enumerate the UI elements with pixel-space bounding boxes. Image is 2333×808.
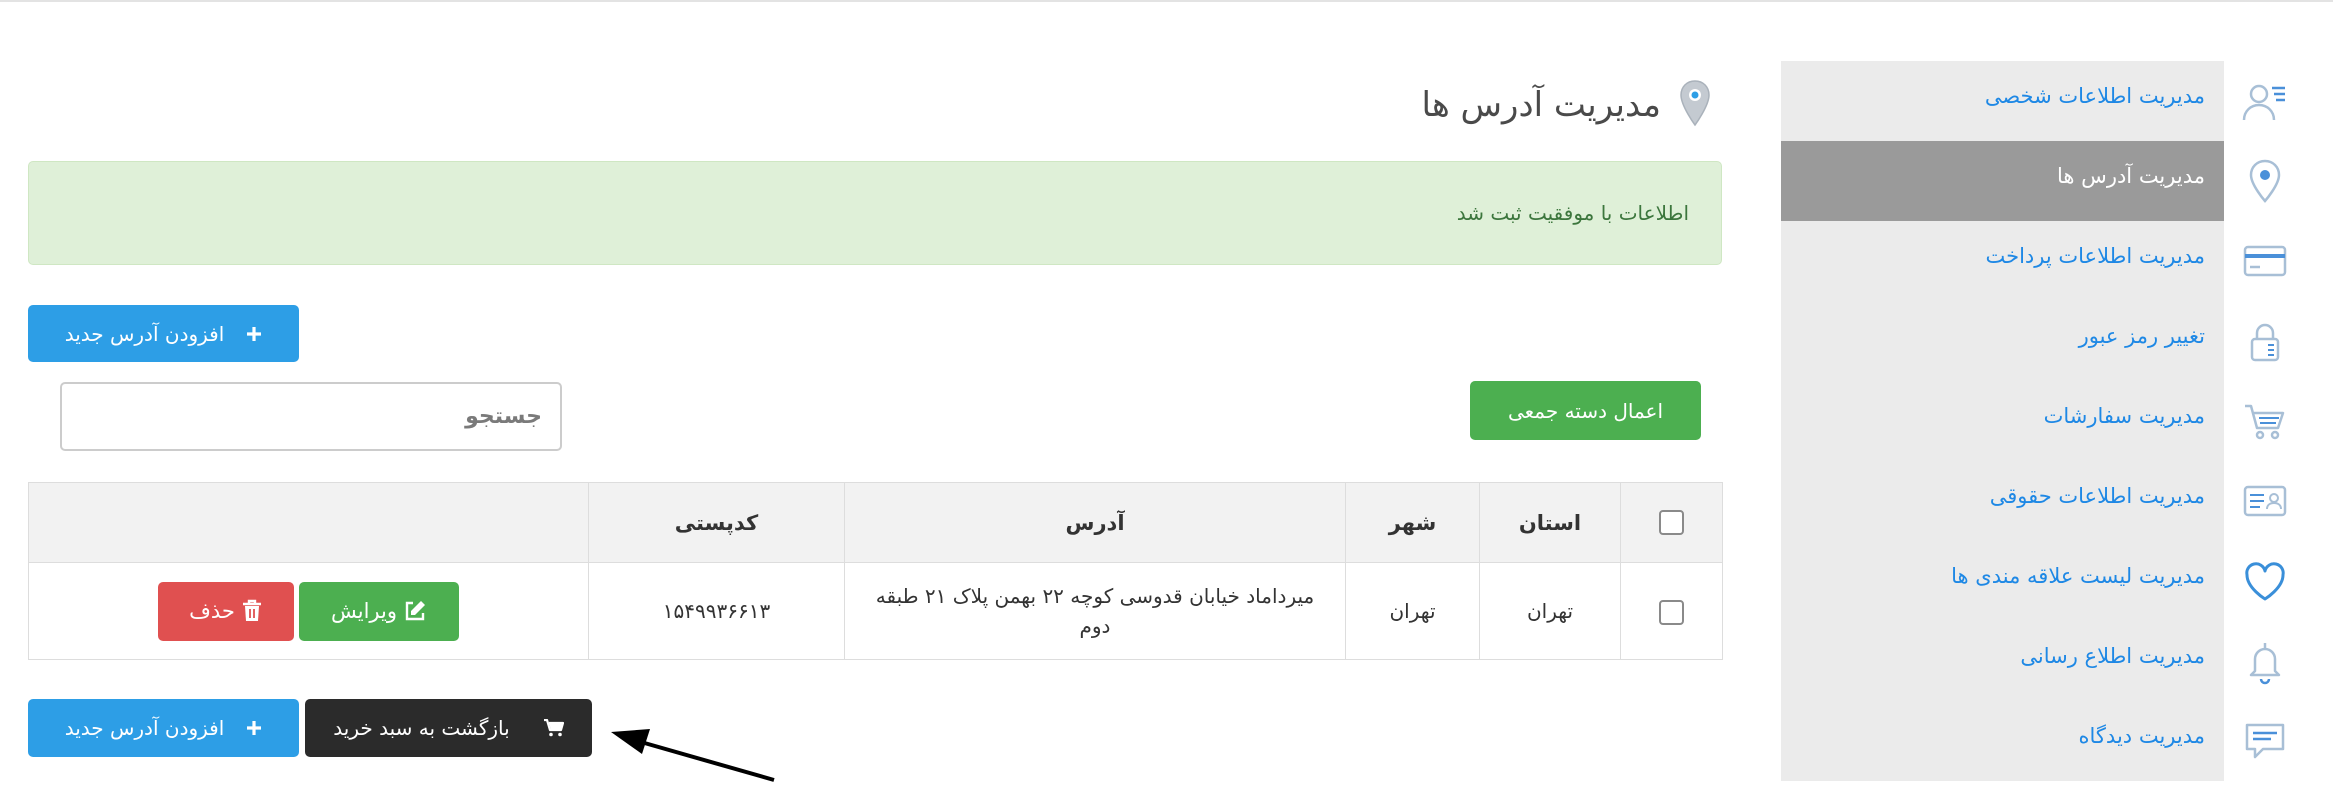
delete-label: حذف <box>189 599 235 623</box>
sidebar-item-label[interactable]: مدیریت اطلاعات شخصی <box>1781 61 2224 141</box>
sidebar-item-change-password[interactable]: تغییر رمز عبور <box>1781 301 2306 381</box>
plus-icon <box>247 721 262 735</box>
address-table: استان شهر آدرس کدپستی تهران تهران میردام… <box>28 482 1723 660</box>
sidebar-item-label[interactable]: مدیریت اطلاعات پرداخت <box>1781 221 2224 301</box>
location-pin-icon <box>1677 78 1713 132</box>
page-title: مدیریت آدرس ها <box>1421 85 1661 125</box>
sidebar-item-addresses[interactable]: مدیریت آدرس ها <box>1781 141 2306 221</box>
bell-icon <box>2224 621 2306 701</box>
sidebar-item-wishlist[interactable]: مدیریت لیست علاقه مندی ها <box>1781 541 2306 621</box>
sidebar-item-orders[interactable]: مدیریت سفارشات <box>1781 381 2306 461</box>
header-city: شهر <box>1345 482 1480 563</box>
row-checkbox[interactable] <box>1659 600 1684 625</box>
cell-address: میرداماد خیابان قدوسی کوچه ۲۲ بهمن پلاک … <box>844 562 1346 660</box>
cell-city: تهران <box>1345 562 1480 660</box>
comment-icon <box>2224 701 2306 781</box>
sidebar-item-legal-info[interactable]: مدیریت اطلاعات حقوقی <box>1781 461 2306 541</box>
cell-actions: ویرایش حذف <box>28 562 589 660</box>
success-alert: اطلاعات با موفقیت ثبت شد <box>28 161 1722 265</box>
sidebar-item-label[interactable]: مدیریت دیدگاه <box>1781 701 2224 781</box>
bulk-action-label: اعمال دسته جمعی <box>1507 398 1664 423</box>
header-address: آدرس <box>844 482 1346 563</box>
header-province: استان <box>1479 482 1621 563</box>
delete-address-button[interactable]: حذف <box>158 581 294 641</box>
row-select-cell <box>1620 562 1723 660</box>
sidebar-item-payment-info[interactable]: مدیریت اطلاعات پرداخت <box>1781 221 2306 301</box>
trash-icon <box>242 599 261 621</box>
sidebar-item-label[interactable]: مدیریت لیست علاقه مندی ها <box>1781 541 2224 621</box>
cart-icon <box>2224 381 2306 461</box>
cell-province: تهران <box>1479 562 1621 660</box>
credit-card-icon <box>2224 221 2306 301</box>
sidebar-item-label[interactable]: مدیریت اطلاعات حقوقی <box>1781 461 2224 541</box>
back-to-cart-button[interactable]: بازگشت به سبد خرید <box>305 699 592 757</box>
header-actions <box>28 482 589 563</box>
edit-icon <box>405 601 426 621</box>
sidebar-item-comments[interactable]: مدیریت دیدگاه <box>1781 701 2306 781</box>
id-card-icon <box>2224 461 2306 541</box>
top-divider <box>0 0 2333 2</box>
search-input[interactable] <box>60 382 562 451</box>
sidebar-item-label[interactable]: تغییر رمز عبور <box>1781 301 2224 381</box>
add-address-label: افزودن آدرس جدید <box>64 321 225 346</box>
lock-icon <box>2224 301 2306 381</box>
location-pin-icon <box>2224 141 2306 221</box>
cart-icon <box>543 719 564 737</box>
header-postal-code: کدپستی <box>588 482 845 563</box>
sidebar-item-label[interactable]: مدیریت آدرس ها <box>1781 141 2224 221</box>
heart-icon <box>2224 541 2306 621</box>
sidebar-item-personal-info[interactable]: مدیریت اطلاعات شخصی <box>1781 61 2306 141</box>
add-address-button[interactable]: افزودن آدرس جدید <box>28 305 299 362</box>
edit-address-button[interactable]: ویرایش <box>299 581 459 641</box>
annotation-arrow <box>611 729 775 782</box>
bulk-action-button[interactable]: اعمال دسته جمعی <box>1470 381 1701 440</box>
sidebar-item-label[interactable]: مدیریت اطلاع رسانی <box>1781 621 2224 701</box>
sidebar-item-notifications[interactable]: مدیریت اطلاع رسانی <box>1781 621 2306 701</box>
sidebar-item-label[interactable]: مدیریت سفارشات <box>1781 381 2224 461</box>
edit-label: ویرایش <box>330 599 398 623</box>
user-list-icon <box>2224 61 2306 141</box>
account-sidebar: مدیریت اطلاعات شخصی مدیریت آدرس ها مدیری… <box>1781 61 2306 781</box>
plus-icon <box>247 326 262 341</box>
add-address-label: افزودن آدرس جدید <box>64 716 225 740</box>
select-all-checkbox[interactable] <box>1659 510 1684 536</box>
page-header: مدیریت آدرس ها <box>1421 78 1713 132</box>
alert-message: اطلاعات با موفقیت ثبت شد <box>1456 201 1689 225</box>
back-to-cart-label: بازگشت به سبد خرید <box>333 716 510 740</box>
header-select-all <box>1620 482 1723 563</box>
table-header-row: استان شهر آدرس کدپستی <box>28 482 1723 563</box>
add-address-button-bottom[interactable]: افزودن آدرس جدید <box>28 699 299 757</box>
cell-postal-code: ۱۵۴۹۹۳۶۶۱۳ <box>588 562 845 660</box>
table-row: تهران تهران میرداماد خیابان قدوسی کوچه ۲… <box>28 562 1723 660</box>
